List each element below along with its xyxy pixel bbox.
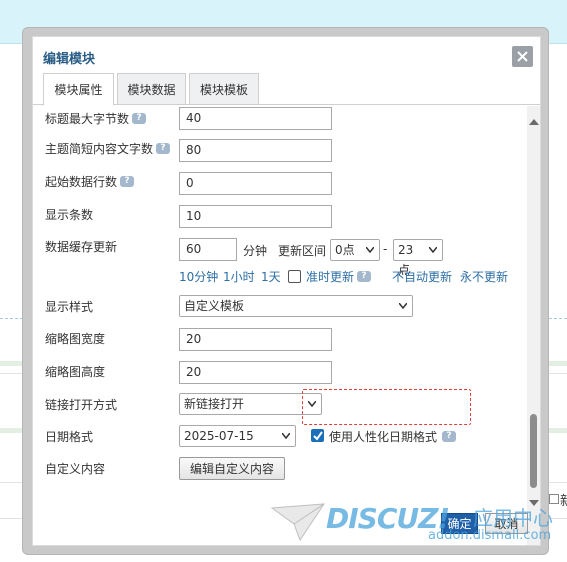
scrollbar-thumb[interactable] [530, 414, 537, 488]
confirm-button[interactable]: 确定 [441, 513, 478, 534]
quick-1hour-link[interactable]: 1小时 [223, 268, 255, 285]
background-label: 新 [560, 494, 567, 509]
link-open-select[interactable]: 新链接打开 [179, 393, 322, 415]
thumb-height-input[interactable]: 20 [179, 361, 332, 384]
dialog-body: 编辑模块 模块属性 模块数据 模块模板 标题最大字节数? 40 主题简短内容文字… [32, 36, 541, 546]
interval-dash: - [383, 242, 388, 256]
realtime-update-label[interactable]: 准时更新 [306, 268, 354, 285]
start-row-label: 起始数据行数? [45, 173, 135, 190]
chevron-down-icon [282, 433, 290, 439]
tab-module-template[interactable]: 模块模板 [189, 73, 259, 105]
never-update-link[interactable]: 永不更新 [460, 268, 508, 285]
title-max-words-input[interactable]: 40 [179, 107, 332, 130]
cache-label: 数据缓存更新 [45, 240, 118, 254]
close-icon [517, 51, 528, 62]
dialog-title: 编辑模块 [43, 52, 96, 67]
scrollbar[interactable] [527, 106, 540, 545]
thumb-height-label: 缩略图高度 [45, 365, 106, 379]
humanize-highlight [302, 389, 471, 425]
edit-custom-content-button[interactable]: 编辑自定义内容 [179, 457, 285, 480]
help-icon[interactable]: ? [357, 271, 371, 282]
interval-to-select[interactable]: 23点 [393, 239, 443, 277]
scroll-up-icon[interactable] [529, 119, 539, 125]
title-max-words-label: 标题最大字节数? [45, 110, 147, 127]
show-count-label: 显示条数 [45, 208, 94, 222]
chevron-down-icon [366, 247, 374, 253]
no-auto-update-link[interactable]: 不自动更新 [392, 268, 452, 285]
cache-unit: 分钟 [243, 244, 268, 258]
edit-module-dialog: 编辑模块 模块属性 模块数据 模块模板 标题最大字节数? 40 主题简短内容文字… [22, 27, 549, 555]
thumb-width-label: 缩略图宽度 [45, 332, 106, 346]
display-style-select[interactable]: 自定义模板 [179, 295, 413, 317]
help-icon[interactable]: ? [156, 143, 171, 154]
summary-words-label: 主题简短内容文字数? [45, 140, 171, 157]
custom-content-label: 自定义内容 [45, 462, 106, 476]
quick-10min-link[interactable]: 10分钟 [179, 268, 218, 285]
background-checkbox[interactable] [549, 494, 559, 504]
humanize-date-checkbox[interactable] [311, 429, 324, 442]
chevron-down-icon [429, 247, 437, 253]
start-row-input[interactable]: 0 [179, 172, 332, 195]
summary-words-input[interactable]: 80 [179, 139, 332, 162]
tab-bar: 模块属性 模块数据 模块模板 [33, 73, 540, 106]
update-interval-label: 更新区间 [278, 244, 327, 258]
display-style-label: 显示样式 [45, 300, 94, 314]
cancel-button[interactable]: 取消 [485, 513, 528, 534]
quick-1day-link[interactable]: 1天 [261, 268, 281, 285]
help-icon[interactable]: ? [132, 113, 147, 124]
tab-module-properties[interactable]: 模块属性 [43, 73, 114, 106]
help-icon[interactable]: ? [120, 176, 135, 187]
help-icon[interactable]: ? [442, 431, 456, 442]
chevron-down-icon [399, 303, 407, 309]
show-count-input[interactable]: 10 [179, 205, 332, 228]
form-content: 标题最大字节数? 40 主题简短内容文字数? 80 起始数据行数? 0 显示条数… [33, 106, 526, 545]
tab-module-data[interactable]: 模块数据 [117, 73, 186, 105]
scroll-down-icon[interactable] [529, 500, 539, 506]
humanize-date-label: 使用人性化日期格式 [329, 430, 438, 444]
check-icon [313, 431, 323, 441]
date-format-label: 日期格式 [45, 430, 94, 444]
close-button[interactable] [512, 46, 533, 67]
interval-from-select[interactable]: 0点 [330, 239, 380, 261]
date-format-select[interactable]: 2025-07-15 [179, 425, 296, 447]
realtime-update-checkbox[interactable] [288, 270, 301, 283]
thumb-width-input[interactable]: 20 [179, 328, 332, 351]
link-open-label: 链接打开方式 [45, 398, 118, 412]
cache-minutes-input[interactable]: 60 [179, 238, 237, 261]
